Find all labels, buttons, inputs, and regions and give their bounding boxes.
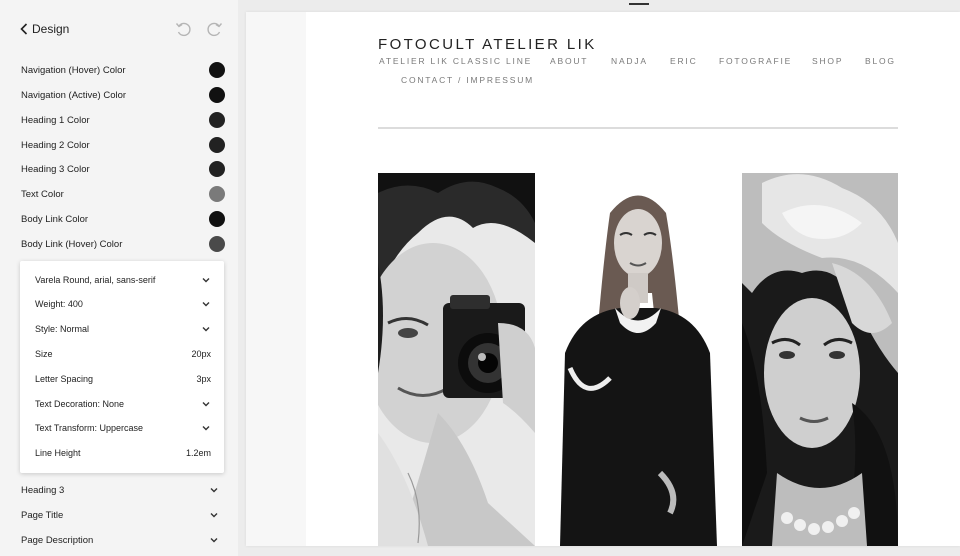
accordion-page-description[interactable]: Page Description xyxy=(21,530,219,550)
font-settings-popover: Varela Round, arial, sans-serif Weight: … xyxy=(20,261,224,473)
color-setting-text-color[interactable]: Text Color xyxy=(21,184,225,204)
color-swatch[interactable] xyxy=(209,186,225,202)
nav-link-fotografie[interactable]: FOTOGRAFIE xyxy=(719,56,792,66)
color-setting-label: Body Link (Hover) Color xyxy=(21,238,123,250)
accordion-label: Page Description xyxy=(21,534,94,546)
letter-spacing-value[interactable]: 3px xyxy=(196,374,211,384)
photo-woman-with-camera xyxy=(378,173,535,546)
accordion-label: Heading 3 xyxy=(21,484,65,496)
color-swatch[interactable] xyxy=(209,137,225,153)
nav-link-about[interactable]: ABOUT xyxy=(550,56,588,66)
font-family-value: Varela Round, arial, sans-serif xyxy=(35,275,156,285)
line-height-label: Line Height xyxy=(35,448,81,458)
font-weight-value: Weight: 400 xyxy=(35,299,83,309)
redo-icon xyxy=(207,22,223,37)
color-setting-label: Body Link Color xyxy=(21,213,89,225)
back-label: Design xyxy=(32,22,70,36)
font-weight-select[interactable]: Weight: 400 xyxy=(35,294,211,314)
text-transform-select[interactable]: Text Transform: Uppercase xyxy=(35,418,211,438)
letter-spacing-label: Letter Spacing xyxy=(35,374,94,384)
chevron-down-icon xyxy=(210,488,218,493)
text-decoration-select[interactable]: Text Decoration: None xyxy=(35,394,211,414)
line-height-value[interactable]: 1.2em xyxy=(186,448,211,458)
font-style-value: Style: Normal xyxy=(35,324,90,334)
color-setting-label: Heading 3 Color xyxy=(21,163,90,175)
color-setting-heading-2-color[interactable]: Heading 2 Color xyxy=(21,135,225,155)
chevron-down-icon xyxy=(202,302,210,307)
accordion-heading-3[interactable]: Heading 3 xyxy=(21,480,219,500)
color-swatch[interactable] xyxy=(209,161,225,177)
line-height-control[interactable]: Line Height 1.2em xyxy=(35,443,211,463)
nav-link-contact[interactable]: CONTACT / IMPRESSUM xyxy=(401,75,534,85)
font-family-select[interactable]: Varela Round, arial, sans-serif xyxy=(35,270,211,290)
color-setting-label: Heading 1 Color xyxy=(21,114,90,126)
chevron-down-icon xyxy=(202,402,210,407)
chevron-left-icon xyxy=(20,23,28,35)
text-transform-value: Text Transform: Uppercase xyxy=(35,423,144,433)
color-setting-body-link-color[interactable]: Body Link Color xyxy=(21,209,225,229)
color-swatch[interactable] xyxy=(209,87,225,103)
redo-button[interactable] xyxy=(206,20,224,38)
header-divider xyxy=(378,127,898,129)
chevron-down-icon xyxy=(210,513,218,518)
nav-link-classic-line[interactable]: ATELIER LIK CLASSIC LINE xyxy=(379,56,532,66)
chevron-down-icon xyxy=(202,278,210,283)
color-setting-heading-3-color[interactable]: Heading 3 Color xyxy=(21,159,225,179)
text-decoration-value: Text Decoration: None xyxy=(35,399,125,409)
color-setting-label: Navigation (Active) Color xyxy=(21,89,127,101)
font-size-value[interactable]: 20px xyxy=(191,349,211,359)
accordion-label: Page Title xyxy=(21,509,64,521)
color-setting-label: Text Color xyxy=(21,188,64,200)
nav-link-blog[interactable]: BLOG xyxy=(865,56,896,66)
color-setting-heading-1-color[interactable]: Heading 1 Color xyxy=(21,110,225,130)
font-size-label: Size xyxy=(35,349,53,359)
photo-woman-with-flower-headpiece xyxy=(742,173,898,546)
accordion-page-title[interactable]: Page Title xyxy=(21,505,219,525)
nav-link-nadja[interactable]: NADJA xyxy=(611,56,648,66)
design-panel: Design Navigation (Hover) Color Navigatio… xyxy=(0,0,238,556)
font-size-control[interactable]: Size 20px xyxy=(35,344,211,364)
gallery-image-1[interactable] xyxy=(378,173,535,546)
color-swatch[interactable] xyxy=(209,62,225,78)
color-swatch[interactable] xyxy=(209,236,225,252)
color-setting-nav-hover-color[interactable]: Navigation (Hover) Color xyxy=(21,60,225,80)
chevron-down-icon xyxy=(210,538,218,543)
letter-spacing-control[interactable]: Letter Spacing 3px xyxy=(35,369,211,389)
color-setting-body-link-hover-color[interactable]: Body Link (Hover) Color xyxy=(21,234,225,254)
back-button[interactable]: Design xyxy=(20,20,69,38)
color-setting-label: Heading 2 Color xyxy=(21,139,90,151)
photo-woman-in-dark-dress xyxy=(560,173,717,546)
gallery-image-2[interactable] xyxy=(560,173,717,546)
drag-handle[interactable] xyxy=(629,3,649,5)
site-preview: FOTOCULT ATELIER LIK ATELIER LIK CLASSIC… xyxy=(246,12,960,546)
gallery-image-3[interactable] xyxy=(742,173,898,546)
undo-icon xyxy=(175,22,191,37)
nav-link-eric[interactable]: ERIC xyxy=(670,56,698,66)
chevron-down-icon xyxy=(202,327,210,332)
site-title[interactable]: FOTOCULT ATELIER LIK xyxy=(378,36,597,53)
color-setting-nav-active-color[interactable]: Navigation (Active) Color xyxy=(21,85,225,105)
color-setting-label: Navigation (Hover) Color xyxy=(21,64,126,76)
nav-link-shop[interactable]: SHOP xyxy=(812,56,843,66)
panel-header: Design xyxy=(0,0,238,56)
color-swatch[interactable] xyxy=(209,112,225,128)
color-swatch[interactable] xyxy=(209,211,225,227)
chevron-down-icon xyxy=(202,426,210,431)
preview-gutter xyxy=(246,12,306,546)
font-style-select[interactable]: Style: Normal xyxy=(35,319,211,339)
undo-button[interactable] xyxy=(174,20,192,38)
